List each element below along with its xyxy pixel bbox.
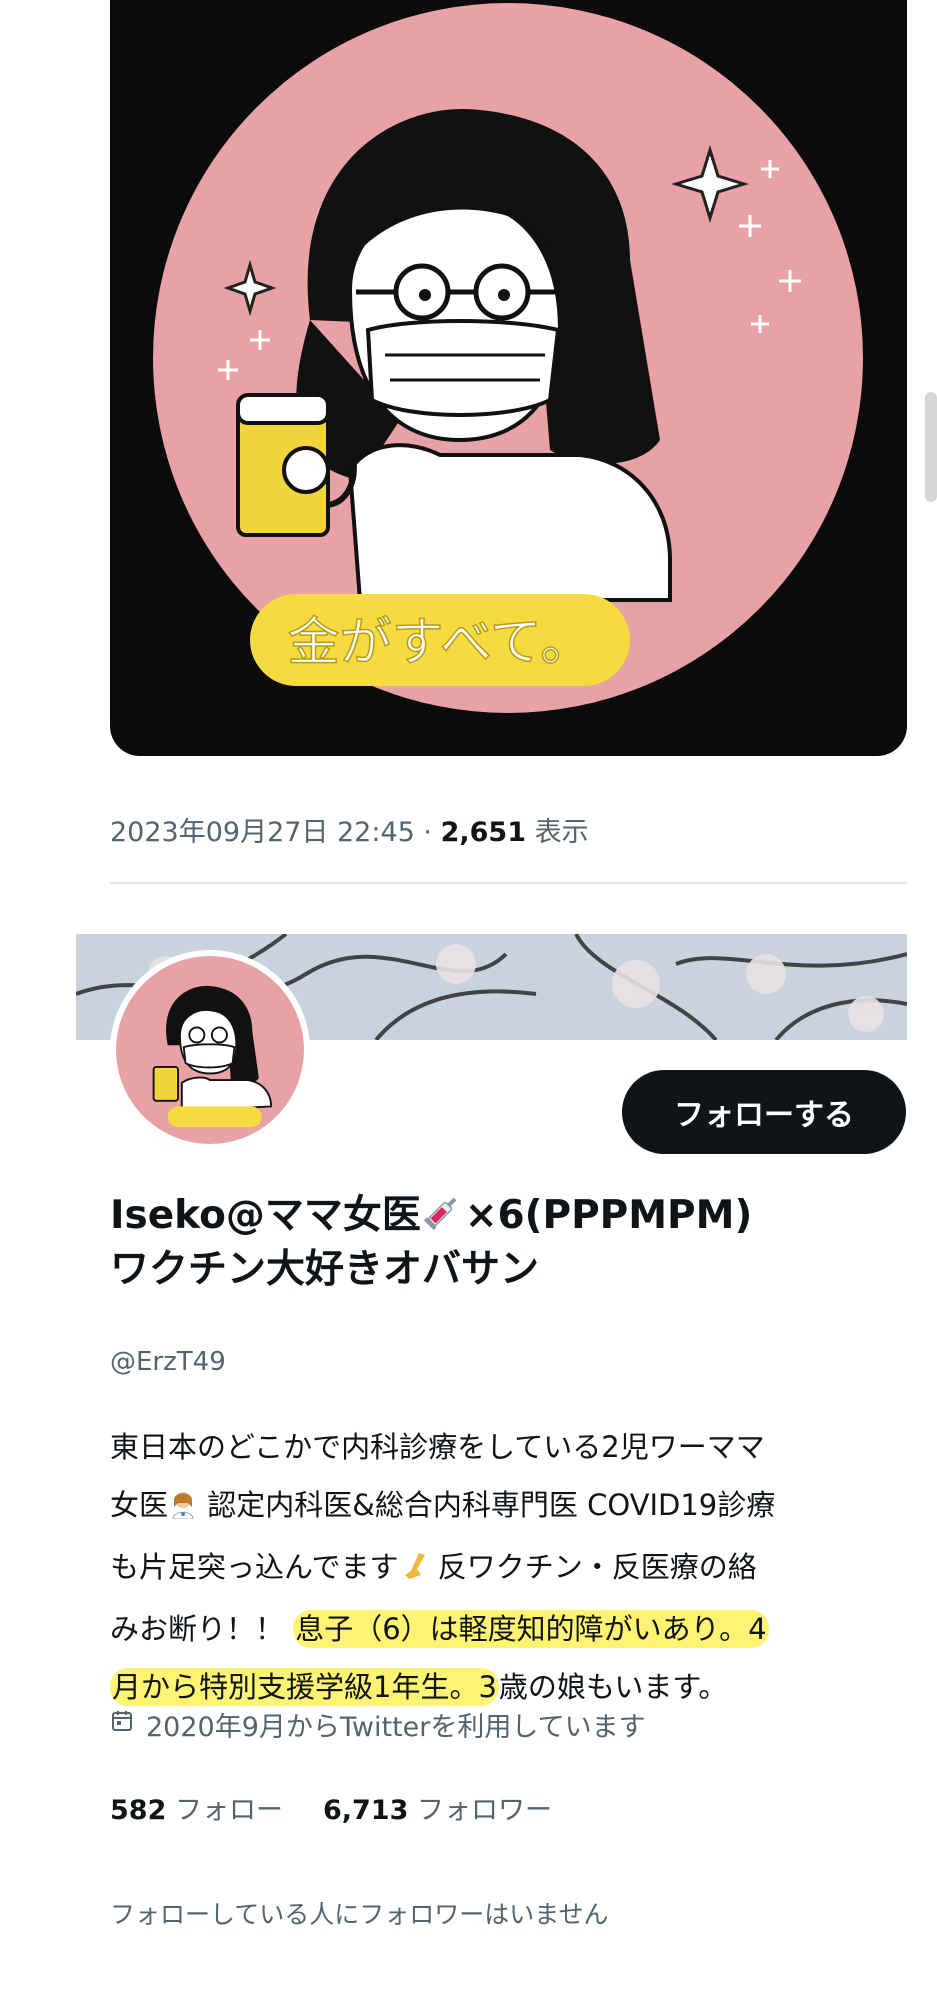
- followers-you-know: フォローしている人にフォロワーはいません: [110, 1900, 609, 1929]
- bio-text: 反ワクチン・反医療の絡: [428, 1550, 757, 1584]
- followers-link[interactable]: 6,713 フォロワー: [323, 1795, 552, 1826]
- bio-text: 歳の娘もいます。: [498, 1670, 728, 1704]
- bio-text: 東日本のどこかで内科診療をしている2児ワーママ: [110, 1430, 765, 1464]
- scrollbar-thumb[interactable]: [925, 392, 937, 502]
- display-name-suffix: ×6(PPPMPM): [464, 1193, 753, 1238]
- follow-button[interactable]: フォローする: [622, 1070, 906, 1154]
- join-date: 2020年9月からTwitterを利用しています: [110, 1705, 646, 1744]
- following-count: 582: [110, 1795, 167, 1826]
- display-name-prefix: Iseko@ママ女医: [110, 1193, 421, 1238]
- divider: [110, 882, 907, 884]
- profile-bio: 東日本のどこかで内科診療をしている2児ワーママ 女医 認定内科医&総合内科専門医…: [110, 1418, 915, 1716]
- meta-separator: ·: [423, 817, 441, 848]
- following-label: フォロー: [174, 1795, 283, 1826]
- leg-emoji-icon: [399, 1542, 429, 1600]
- username-handle: @ErzT49: [110, 1347, 226, 1377]
- following-link[interactable]: 582 フォロー: [110, 1795, 283, 1826]
- bio-text: みお断り！！: [110, 1612, 294, 1646]
- join-date-text: 2020年9月からTwitterを利用しています: [146, 1712, 646, 1743]
- calendar-icon: [110, 1709, 134, 1740]
- avatar-illustration: 金がすべて。: [153, 3, 863, 713]
- avatar-image: [116, 956, 304, 1144]
- bio-text: も片足突っ込んでます: [110, 1550, 399, 1584]
- display-name-line2: ワクチン大好きオバサン: [110, 1247, 540, 1293]
- highlighted-text: 息子（6）は軽度知的障がいあり。4: [293, 1610, 769, 1648]
- views-count: 2,651: [440, 817, 526, 848]
- bio-text: 女医: [110, 1488, 169, 1522]
- syringe-icon: [423, 1191, 463, 1244]
- views-label: 表示: [534, 817, 589, 848]
- image-caption-text: 金がすべて。: [288, 613, 593, 673]
- post-image[interactable]: 金がすべて。: [110, 0, 907, 756]
- post-timestamp[interactable]: 2023年09月27日 22:45: [110, 817, 415, 848]
- profile-avatar[interactable]: [110, 950, 310, 1150]
- highlighted-text: 月から特別支援学級1年生。3: [110, 1668, 499, 1706]
- woman-doctor-emoji-icon: [168, 1480, 198, 1538]
- followers-label: フォロワー: [416, 1795, 552, 1826]
- post-meta: 2023年09月27日 22:45 · 2,651 表示: [110, 810, 589, 849]
- bio-text: 認定内科医&総合内科専門医 COVID19診療: [198, 1488, 776, 1522]
- display-name: Iseko@ママ女医 ×6(PPPMPM) ワクチン大好きオバサン: [110, 1190, 910, 1296]
- follow-stats: 582 フォロー 6,713 フォロワー: [110, 1788, 552, 1827]
- followers-count: 6,713: [322, 1795, 409, 1826]
